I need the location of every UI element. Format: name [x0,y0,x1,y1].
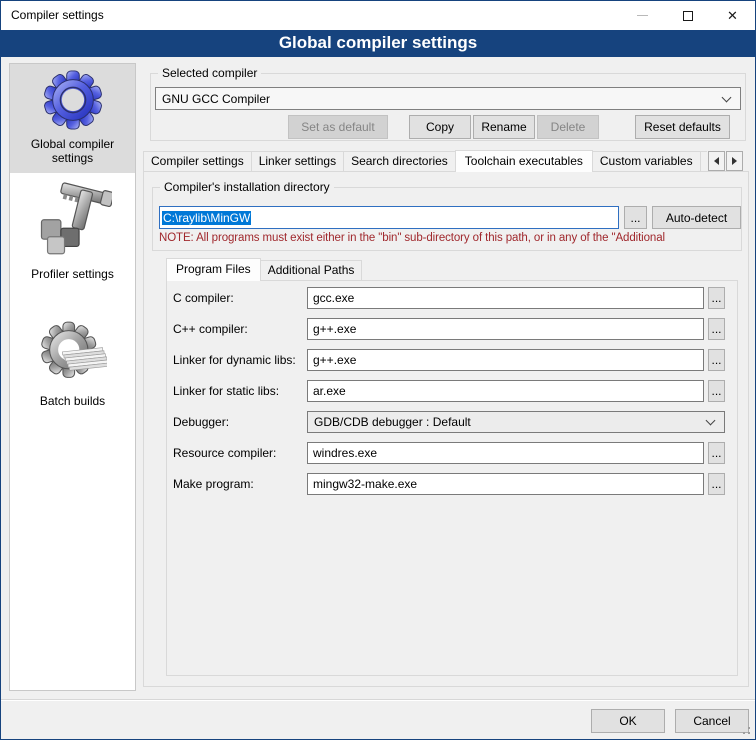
tab-search-directories[interactable]: Search directories [343,151,456,171]
dynamic-linker-input[interactable] [307,349,704,371]
browse-c-compiler-button[interactable]: ... [708,287,725,309]
caliper-icon [34,181,112,264]
static-linker-input[interactable] [307,380,704,402]
arrow-right-icon [732,157,741,165]
copy-button[interactable]: Copy [409,115,471,139]
selected-path-text: C:\raylib\MinGW [162,211,251,225]
sidebar-item-batch-builds[interactable]: Batch builds [10,315,135,416]
cancel-button[interactable]: Cancel [675,709,749,733]
sidebar-item-label: Batch builds [12,394,133,408]
chevron-down-icon [706,416,716,426]
field-label: C++ compiler: [171,322,307,336]
compiler-select-value: GNU GCC Compiler [162,92,719,106]
tab-scroll-left-button[interactable] [708,151,725,171]
minimize-button[interactable] [620,1,665,30]
tab-linker-settings[interactable]: Linker settings [251,151,344,171]
field-label: Make program: [171,477,307,491]
group-label: Selected compiler [158,66,261,81]
program-tabs: Program Files Additional Paths [166,258,361,281]
browse-directory-button[interactable]: ... [624,206,647,229]
settings-category-list: Global compiler settings [9,63,136,691]
resize-grip[interactable] [748,732,750,734]
ok-button[interactable]: OK [591,709,665,733]
field-row-cpp-compiler: C++ compiler: ... [171,318,725,340]
tab-build-options[interactable]: Build options [700,151,707,171]
settings-tabs: Compiler settings Linker settings Search… [143,150,707,172]
tab-program-files[interactable]: Program Files [166,258,261,281]
field-label: Linker for static libs: [171,384,307,398]
browse-cpp-compiler-button[interactable]: ... [708,318,725,340]
set-as-default-button[interactable]: Set as default [288,115,388,139]
debugger-select-value: GDB/CDB debugger : Default [314,415,703,429]
tab-scroll-right-button[interactable] [726,151,743,171]
resize-grip[interactable] [748,727,750,729]
minimize-icon [637,15,648,16]
field-label: C compiler: [171,291,307,305]
selected-compiler-group: Selected compiler GNU GCC Compiler Set a… [150,73,746,141]
field-row-dynamic-linker: Linker for dynamic libs: ... [171,349,725,371]
resize-grip[interactable] [743,732,745,734]
c-compiler-input[interactable] [307,287,704,309]
note-text: NOTE: All programs must exist either in … [159,232,741,244]
sidebar-item-label: Profiler settings [12,267,133,281]
field-row-make-program: Make program: ... [171,473,725,495]
field-row-static-linker: Linker for static libs: ... [171,380,725,402]
group-label: Compiler's installation directory [160,180,334,195]
chevron-down-icon [722,92,732,102]
compiler-select[interactable]: GNU GCC Compiler [155,87,741,110]
resource-compiler-input[interactable] [307,442,704,464]
field-row-resource-compiler: Resource compiler: ... [171,442,725,464]
maximize-button[interactable] [665,1,710,30]
blue-gear-icon [42,69,104,134]
delete-button[interactable]: Delete [537,115,599,139]
browse-dynamic-linker-button[interactable]: ... [708,349,725,371]
field-label: Debugger: [171,415,307,429]
debugger-select[interactable]: GDB/CDB debugger : Default [307,411,725,433]
installation-directory-group: Compiler's installation directory C:\ray… [152,187,742,251]
browse-resource-compiler-button[interactable]: ... [708,442,725,464]
close-button[interactable]: ✕ [710,1,755,30]
rename-button[interactable]: Rename [473,115,535,139]
titlebar: Compiler settings ✕ [1,1,755,30]
field-row-c-compiler: C compiler: ... [171,287,725,309]
sidebar-item-label: Global compiler settings [12,137,133,165]
installation-directory-input[interactable]: C:\raylib\MinGW [159,206,619,229]
tab-additional-paths[interactable]: Additional Paths [260,260,363,280]
dialog-header: Global compiler settings [1,30,755,57]
make-program-input[interactable] [307,473,704,495]
auto-detect-button[interactable]: Auto-detect [652,206,741,229]
sidebar-item-global-compiler-settings[interactable]: Global compiler settings [10,64,135,173]
program-files-page: C compiler: ... C++ compiler: ... Linker… [166,280,738,676]
browse-make-program-button[interactable]: ... [708,473,725,495]
tab-toolchain-executables[interactable]: Toolchain executables [455,150,593,172]
gear-papers-icon [39,320,107,391]
field-label: Resource compiler: [171,446,307,460]
cpp-compiler-input[interactable] [307,318,704,340]
browse-static-linker-button[interactable]: ... [708,380,725,402]
footer-divider [1,699,755,701]
arrow-left-icon [710,157,719,165]
field-row-debugger: Debugger: GDB/CDB debugger : Default [171,411,725,433]
tab-compiler-settings[interactable]: Compiler settings [143,151,252,171]
compiler-settings-window: Compiler settings ✕ Global compiler sett… [0,0,756,740]
sidebar-item-profiler-settings[interactable]: Profiler settings [10,176,135,289]
reset-defaults-button[interactable]: Reset defaults [635,115,730,139]
tab-custom-variables[interactable]: Custom variables [592,151,701,171]
field-label: Linker for dynamic libs: [171,353,307,367]
window-title: Compiler settings [11,1,104,30]
close-icon: ✕ [727,9,738,22]
maximize-icon [683,11,693,21]
